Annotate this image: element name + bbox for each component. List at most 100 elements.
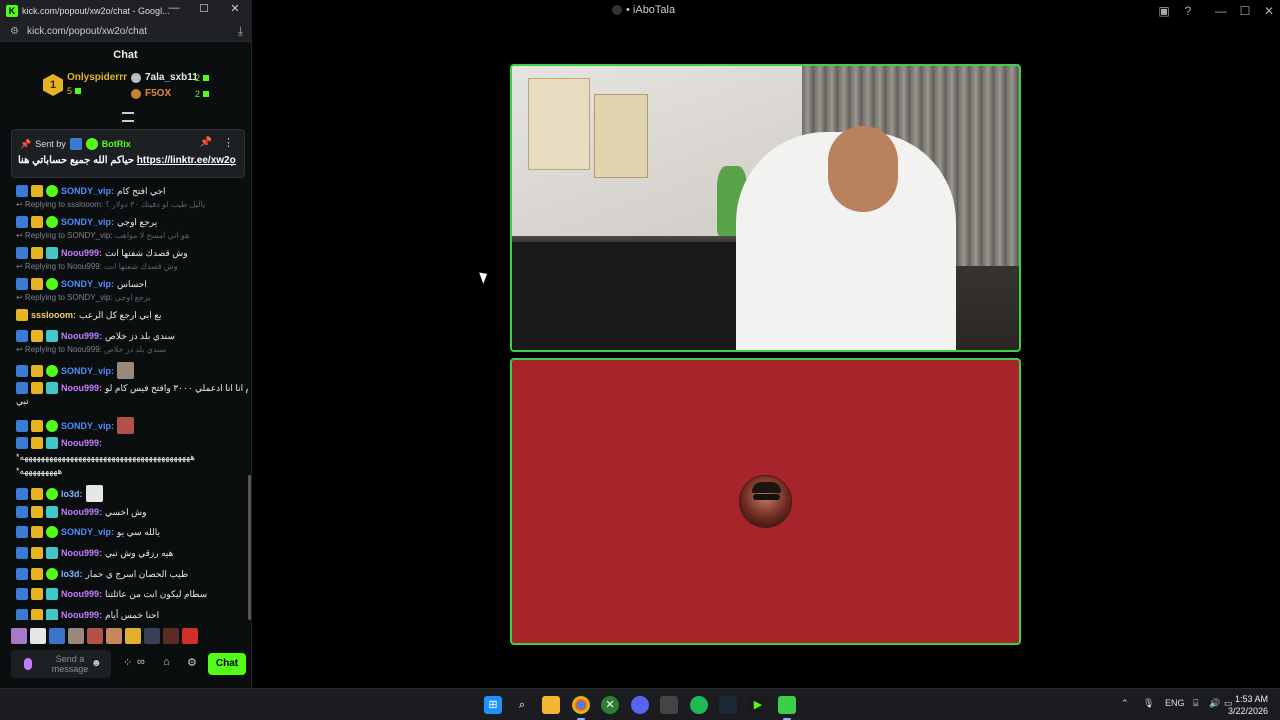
more-options-icon[interactable]: ⋮ — [223, 136, 234, 149]
message-username[interactable]: Noou999: — [61, 507, 102, 517]
steam-icon[interactable] — [719, 696, 737, 714]
pinned-link[interactable]: https://linktr.ee/xw2o — [137, 155, 236, 166]
pinned-message[interactable]: 📌 Sent by BotRix حياكم الله جميع حساباتي… — [11, 129, 245, 178]
emote-icon[interactable] — [182, 628, 198, 644]
reply-context[interactable]: ↩ Replying to SONDY_vip: هو اني امسح لا … — [16, 231, 189, 240]
chat-message[interactable]: SONDY_vip: احساس — [16, 278, 147, 290]
message-username[interactable]: ssslooom: — [31, 310, 76, 320]
chat-message[interactable]: Noou999: احنا خمس أيام — [16, 609, 159, 620]
emote-icon[interactable] — [125, 628, 141, 644]
settings-gear-icon[interactable]: ⚙ — [187, 656, 197, 669]
emote-icon[interactable] — [163, 628, 179, 644]
chat-message[interactable]: SONDY_vip: اجي افتح كام — [16, 185, 166, 197]
close-button[interactable]: ✕ — [1257, 2, 1280, 20]
chat-message[interactable]: SONDY_vip: يرجع اوجي — [16, 216, 157, 228]
emote-icon[interactable] — [49, 628, 65, 644]
microphone-icon[interactable]: 🎙 — [1143, 698, 1154, 709]
maximize-button[interactable]: ☐ — [192, 2, 216, 15]
spotify-icon[interactable] — [690, 696, 708, 714]
message-username[interactable]: Noou999: — [61, 248, 102, 258]
message-username[interactable]: Noou999: — [61, 438, 102, 448]
meeting-app-icon[interactable] — [778, 696, 796, 714]
download-icon[interactable]: ⤓ — [238, 24, 243, 39]
microphone-icon[interactable] — [24, 658, 32, 670]
discord-icon[interactable] — [631, 696, 649, 714]
windows-start-icon[interactable]: ⊞ — [484, 696, 502, 714]
chat-message[interactable]: Noou999: سطام ليكون انت من عائلتنا — [16, 588, 207, 600]
language-indicator[interactable]: ENG — [1165, 698, 1185, 708]
message-username[interactable]: SONDY_vip: — [61, 527, 114, 537]
message-username[interactable]: Noou999: — [61, 610, 102, 620]
gift-leaderboard[interactable]: 1 Onlyspiderrr 5 7ala_sxb11 2 F5OX 2 — [0, 68, 251, 106]
reply-context[interactable]: ↩ Replying to Noou999: وش قصدك شفتها انت — [16, 262, 178, 271]
screen-share-icon[interactable]: ▣ — [1152, 2, 1176, 20]
chevron-up-icon[interactable]: ⌃ — [1121, 698, 1129, 709]
participant-avatar-tile[interactable] — [510, 358, 1021, 645]
reply-context[interactable]: ↩ Replying to Noou999: سندي بلد دز خلاص — [16, 345, 166, 354]
chat-message[interactable]: Noou999: سندي بلد دز خلاص — [16, 330, 175, 342]
site-info-icon[interactable]: ⚙ — [10, 26, 19, 37]
chat-message[interactable]: Noou999: — [16, 437, 102, 449]
reply-context[interactable]: ↩ Replying to SONDY_vip: يرجع اوجي — [16, 293, 151, 302]
unpin-icon[interactable]: 📌 — [200, 137, 212, 148]
close-button[interactable]: ✕ — [223, 2, 247, 15]
leaderboard-second[interactable]: 7ala_sxb11 — [131, 72, 198, 83]
message-username[interactable]: Noou999: — [61, 383, 102, 393]
infinity-icon[interactable]: ∞ — [137, 656, 145, 668]
message-username[interactable]: SONDY_vip: — [61, 279, 114, 289]
chat-message[interactable]: Noou999:سلوم انا انا ادعملي ٣٠٠٠ وافتح ف… — [16, 382, 248, 394]
chat-message[interactable]: Noou999: وش قصدك شفتها انت — [16, 247, 188, 259]
pinned-bot-name[interactable]: BotRix — [102, 139, 131, 149]
emoji-icon[interactable]: ☻ — [91, 658, 102, 669]
store-icon[interactable]: ⌂ — [163, 656, 170, 668]
message-username[interactable]: Noou999: — [61, 331, 102, 341]
message-username[interactable]: SONDY_vip: — [61, 366, 114, 376]
emote-icon[interactable] — [30, 628, 46, 644]
message-username[interactable]: lo3d: — [61, 569, 83, 579]
xbox-icon[interactable]: ✕ — [601, 696, 619, 714]
message-username[interactable]: lo3d: — [61, 489, 83, 499]
maximize-button[interactable]: ☐ — [1233, 2, 1257, 20]
emote-icon[interactable] — [11, 628, 27, 644]
chat-message[interactable]: ssslooom: يع ابي ارجع كل الرعب — [16, 309, 162, 321]
message-input[interactable]: Send a message ☻ — [11, 650, 111, 678]
emote-icon[interactable] — [144, 628, 160, 644]
network-icon[interactable]: ⌸ — [1193, 698, 1198, 709]
message-username[interactable]: SONDY_vip: — [61, 217, 114, 227]
webcam-video-tile[interactable] — [510, 64, 1021, 352]
emote-icon[interactable] — [106, 628, 122, 644]
emote-icon[interactable] — [68, 628, 84, 644]
leaderboard-third[interactable]: F5OX — [131, 88, 171, 99]
message-username[interactable]: Noou999: — [61, 589, 102, 599]
chat-message[interactable]: Noou999: هيه رزقي وش تبي — [16, 547, 173, 559]
chevron-down-icon[interactable]: ⌄ — [228, 158, 236, 169]
help-icon[interactable]: ? — [1176, 2, 1200, 20]
leaderboard-first-name[interactable]: Onlyspiderrr — [67, 72, 127, 83]
chrome-icon[interactable] — [572, 696, 590, 714]
system-clock[interactable]: 1:53 AM 3/22/2026 — [1228, 693, 1268, 717]
kick-app-icon[interactable]: ▶ — [749, 696, 767, 714]
chat-message[interactable]: lo3d: — [16, 485, 103, 502]
reply-context[interactable]: ↩ Replying to ssslooom: ياليل طيب لو دفي… — [16, 200, 205, 209]
app-cube-icon[interactable] — [660, 696, 678, 714]
minimize-button[interactable]: — — [1209, 2, 1233, 20]
emote-icon[interactable] — [87, 628, 103, 644]
address-bar[interactable]: ⚙ kick.com/popout/xw2o/chat ⤓ — [0, 21, 251, 42]
chat-message[interactable]: SONDY_vip: يالله سي يو — [16, 526, 160, 538]
message-username[interactable]: SONDY_vip: — [61, 421, 114, 431]
search-icon[interactable]: ⌕ — [513, 696, 531, 714]
message-username[interactable]: Noou999: — [61, 548, 102, 558]
chat-message[interactable]: Noou999: وش اخسي — [16, 506, 146, 518]
minimize-button[interactable]: — — [162, 2, 186, 14]
send-chat-button[interactable]: Chat — [208, 653, 246, 675]
chat-messages-list[interactable]: SONDY_vip: اجي افتح كام ↩ Replying to sssl… — [0, 178, 248, 620]
message-username[interactable]: SONDY_vip: — [61, 186, 114, 196]
chat-scrollbar[interactable] — [248, 475, 251, 620]
chat-message[interactable]: lo3d: طيب الحصان اسرج ي حمار — [16, 568, 188, 580]
file-explorer-icon[interactable] — [542, 696, 560, 714]
volume-icon[interactable]: 🔊 — [1209, 698, 1220, 709]
filter-icon[interactable] — [122, 112, 134, 122]
chat-message[interactable]: SONDY_vip: — [16, 417, 135, 434]
chat-message[interactable]: SONDY_vip: — [16, 362, 135, 379]
kicks-icon[interactable]: ⁘ — [123, 656, 132, 669]
